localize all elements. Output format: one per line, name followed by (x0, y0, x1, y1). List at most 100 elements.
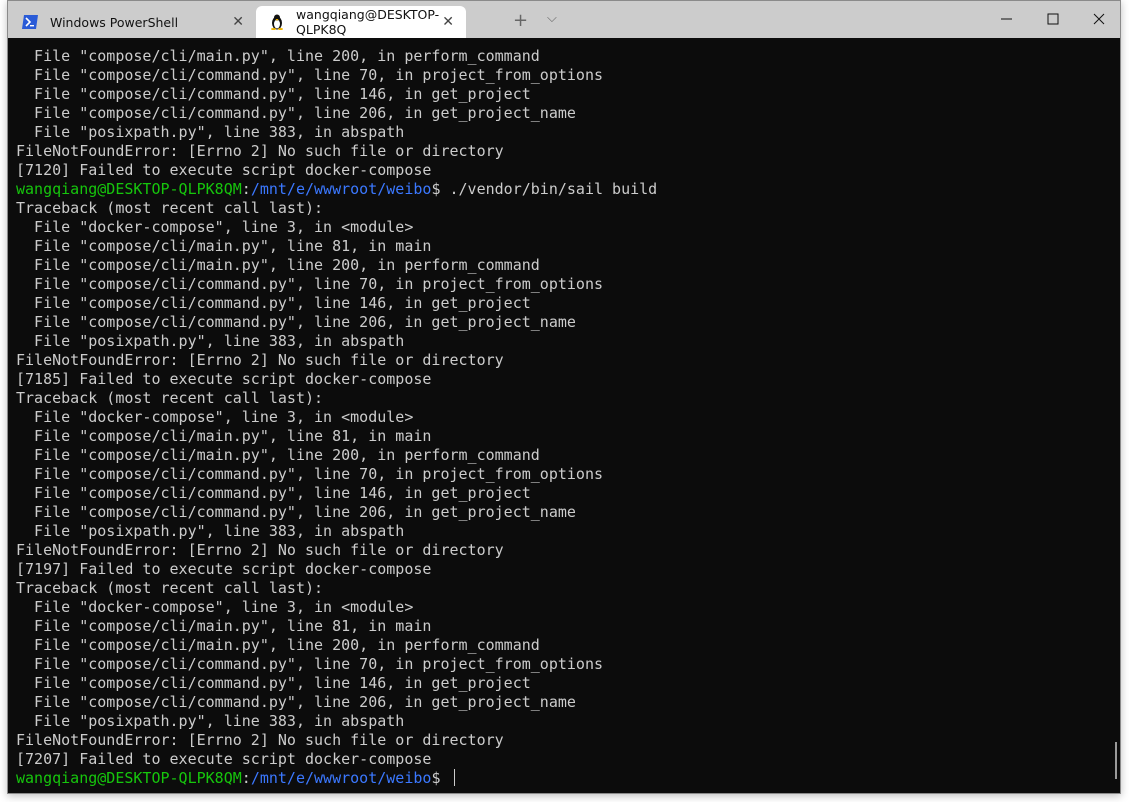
text-cursor (453, 769, 455, 786)
line-text: File "compose/cli/main.py", line 200, in… (16, 47, 540, 65)
output-line: [7197] Failed to execute script docker-c… (16, 560, 657, 579)
minimize-icon[interactable] (997, 9, 1017, 29)
output-line: File "compose/cli/main.py", line 81, in … (16, 237, 657, 256)
line-text: File "docker-compose", line 3, in <modul… (16, 408, 414, 426)
prompt-line: wangqiang@DESKTOP-QLPK8QM:/mnt/e/wwwroot… (16, 769, 657, 788)
tab-powershell[interactable]: Windows PowerShell ✕ (8, 6, 256, 38)
line-text: File "posixpath.py", line 383, in abspat… (16, 332, 405, 350)
output-line: File "compose/cli/command.py", line 70, … (16, 66, 657, 85)
output-line: [7120] Failed to execute script docker-c… (16, 161, 657, 180)
output-line: FileNotFoundError: [Errno 2] No such fil… (16, 351, 657, 370)
output-line: File "compose/cli/command.py", line 146,… (16, 85, 657, 104)
tab-ubuntu[interactable]: wangqiang@DESKTOP-QLPK8Q ✕ (256, 6, 466, 38)
line-text: File "compose/cli/command.py", line 206,… (16, 503, 576, 521)
line-text: File "compose/cli/command.py", line 70, … (16, 655, 603, 673)
output-line: File "compose/cli/command.py", line 206,… (16, 503, 657, 522)
output-line: File "posixpath.py", line 383, in abspat… (16, 123, 657, 142)
line-text: File "posixpath.py", line 383, in abspat… (16, 712, 405, 730)
output-line: File "compose/cli/main.py", line 200, in… (16, 446, 657, 465)
output-line: File "compose/cli/command.py", line 146,… (16, 674, 657, 693)
line-text: FileNotFoundError: [Errno 2] No such fil… (16, 731, 504, 749)
output-line: [7207] Failed to execute script docker-c… (16, 750, 657, 769)
output-line: File "compose/cli/command.py", line 70, … (16, 275, 657, 294)
tab-label: wangqiang@DESKTOP-QLPK8Q (296, 7, 440, 37)
title-bar: Windows PowerShell ✕ wangqiang@DESKTOP-Q… (8, 1, 1120, 38)
line-text: File "posixpath.py", line 383, in abspat… (16, 123, 405, 141)
line-text: FileNotFoundError: [Errno 2] No such fil… (16, 142, 504, 160)
line-text: : (241, 769, 251, 787)
prompt-user: wangqiang@DESKTOP-QLPK8QM (16, 180, 242, 198)
output-line: Traceback (most recent call last): (16, 579, 657, 598)
line-text: File "compose/cli/command.py", line 206,… (16, 104, 576, 122)
output-line: File "docker-compose", line 3, in <modul… (16, 598, 657, 617)
line-text: File "compose/cli/command.py", line 206,… (16, 313, 576, 331)
powershell-icon (22, 14, 38, 30)
output-line: FileNotFoundError: [Errno 2] No such fil… (16, 142, 657, 161)
close-window-icon[interactable] (1089, 9, 1109, 29)
line-text: File "compose/cli/command.py", line 70, … (16, 275, 603, 293)
line-text: File "compose/cli/main.py", line 200, in… (16, 446, 540, 464)
output-line: File "compose/cli/main.py", line 81, in … (16, 617, 657, 636)
output-line: [7185] Failed to execute script docker-c… (16, 370, 657, 389)
output-line: File "compose/cli/command.py", line 206,… (16, 104, 657, 123)
output-line: File "compose/cli/main.py", line 200, in… (16, 256, 657, 275)
line-text: File "docker-compose", line 3, in <modul… (16, 598, 414, 616)
output-line: Traceback (most recent call last): (16, 199, 657, 218)
line-text: [7185] Failed to execute script docker-c… (16, 370, 432, 388)
line-text: Traceback (most recent call last): (16, 579, 324, 597)
output-line: File "compose/cli/command.py", line 206,… (16, 313, 657, 332)
output-line: FileNotFoundError: [Errno 2] No such fil… (16, 731, 657, 750)
line-text: File "docker-compose", line 3, in <modul… (16, 218, 414, 236)
scrollbar-thumb[interactable] (1115, 742, 1117, 779)
output-line: File "docker-compose", line 3, in <modul… (16, 218, 657, 237)
line-text: FileNotFoundError: [Errno 2] No such fil… (16, 541, 504, 559)
line-text: File "compose/cli/main.py", line 200, in… (16, 636, 540, 654)
linux-penguin-icon (270, 14, 284, 30)
output-line: File "docker-compose", line 3, in <modul… (16, 408, 657, 427)
output-line: File "compose/cli/main.py", line 81, in … (16, 427, 657, 446)
line-text: File "compose/cli/command.py", line 146,… (16, 294, 531, 312)
prompt-user: wangqiang@DESKTOP-QLPK8QM (16, 769, 242, 787)
output-line: File "compose/cli/main.py", line 200, in… (16, 636, 657, 655)
line-text: File "compose/cli/command.py", line 146,… (16, 484, 531, 502)
close-tab-icon[interactable]: ✕ (232, 14, 244, 30)
output-line: File "compose/cli/command.py", line 70, … (16, 655, 657, 674)
output-line: File "compose/cli/command.py", line 70, … (16, 465, 657, 484)
line-text: : (241, 180, 251, 198)
line-text: $ ./vendor/bin/sail build (431, 180, 658, 198)
output-line: FileNotFoundError: [Errno 2] No such fil… (16, 541, 657, 560)
line-text: [7120] Failed to execute script docker-c… (16, 161, 432, 179)
terminal-window: Windows PowerShell ✕ wangqiang@DESKTOP-Q… (7, 0, 1121, 794)
output-line: File "posixpath.py", line 383, in abspat… (16, 522, 657, 541)
line-text: [7197] Failed to execute script docker-c… (16, 560, 432, 578)
line-text: Traceback (most recent call last): (16, 199, 324, 217)
line-text: File "compose/cli/command.py", line 70, … (16, 465, 603, 483)
output-line: File "compose/cli/command.py", line 146,… (16, 484, 657, 503)
prompt-line: wangqiang@DESKTOP-QLPK8QM:/mnt/e/wwwroot… (16, 180, 657, 199)
tab-dropdown-button[interactable]: ⌵ (547, 11, 557, 26)
line-text: File "compose/cli/main.py", line 81, in … (16, 617, 432, 635)
line-text: $ (431, 769, 450, 787)
prompt-path: /mnt/e/wwwroot/weibo (250, 180, 432, 198)
output-line: Traceback (most recent call last): (16, 389, 657, 408)
line-text: File "compose/cli/command.py", line 206,… (16, 693, 576, 711)
output-line: File "posixpath.py", line 383, in abspat… (16, 332, 657, 351)
prompt-path: /mnt/e/wwwroot/weibo (250, 769, 432, 787)
close-tab-icon[interactable]: ✕ (442, 14, 454, 30)
line-text: File "compose/cli/command.py", line 146,… (16, 674, 531, 692)
line-text: File "compose/cli/command.py", line 146,… (16, 85, 531, 103)
output-line: File "compose/cli/main.py", line 200, in… (16, 47, 657, 66)
terminal-output[interactable]: File "compose/cli/main.py", line 200, in… (16, 47, 657, 788)
output-line: File "compose/cli/command.py", line 206,… (16, 693, 657, 712)
new-tab-button[interactable]: + (513, 10, 528, 31)
output-line: File "posixpath.py", line 383, in abspat… (16, 712, 657, 731)
output-line: File "compose/cli/command.py", line 146,… (16, 294, 657, 313)
line-text: File "compose/cli/command.py", line 70, … (16, 66, 603, 84)
line-text: File "compose/cli/main.py", line 200, in… (16, 256, 540, 274)
line-text: Traceback (most recent call last): (16, 389, 324, 407)
line-text: File "compose/cli/main.py", line 81, in … (16, 427, 432, 445)
line-text: [7207] Failed to execute script docker-c… (16, 750, 432, 768)
line-text: FileNotFoundError: [Errno 2] No such fil… (16, 351, 504, 369)
maximize-icon[interactable] (1043, 9, 1063, 29)
line-text: File "compose/cli/main.py", line 81, in … (16, 237, 432, 255)
